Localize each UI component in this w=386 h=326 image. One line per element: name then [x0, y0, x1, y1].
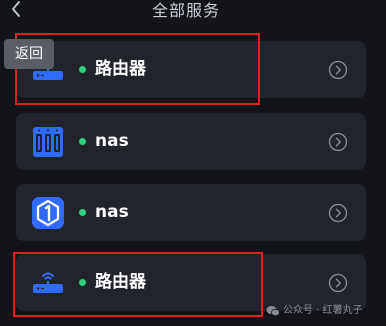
router-icon	[33, 272, 63, 293]
watermark-text: 公众号 · 红薯丸子	[283, 305, 363, 316]
chevron-right-circle-icon[interactable]	[328, 203, 348, 223]
status-online-dot	[79, 138, 86, 145]
status-online-dot	[79, 66, 86, 73]
chevron-right-circle-icon[interactable]	[328, 273, 348, 293]
status-online-dot	[79, 209, 86, 216]
watermark: 公众号 · 红薯丸子	[266, 302, 386, 320]
back-tooltip: 返回	[4, 39, 54, 69]
service-list-screen: 全部服务 返回 路由器 nas nas 路由器 公众号 · 红薯丸子	[0, 0, 386, 326]
service-card-nas-2[interactable]: nas	[16, 184, 366, 241]
chevron-right-circle-icon[interactable]	[328, 132, 348, 152]
service-name: 路由器	[95, 59, 146, 79]
page-title: 全部服务	[151, 1, 220, 20]
service-name: 路由器	[95, 272, 146, 292]
service-name: nas	[95, 202, 129, 222]
nas-app-icon	[32, 197, 64, 229]
chevron-right-circle-icon[interactable]	[328, 60, 348, 80]
service-card-router-1[interactable]: 路由器	[16, 41, 366, 98]
header-bar: 全部服务	[0, 0, 386, 26]
status-online-dot	[79, 279, 86, 286]
service-name: nas	[95, 131, 129, 151]
nas-server-icon	[33, 127, 63, 157]
wechat-icon	[266, 306, 280, 317]
service-card-nas-1[interactable]: nas	[16, 113, 366, 170]
